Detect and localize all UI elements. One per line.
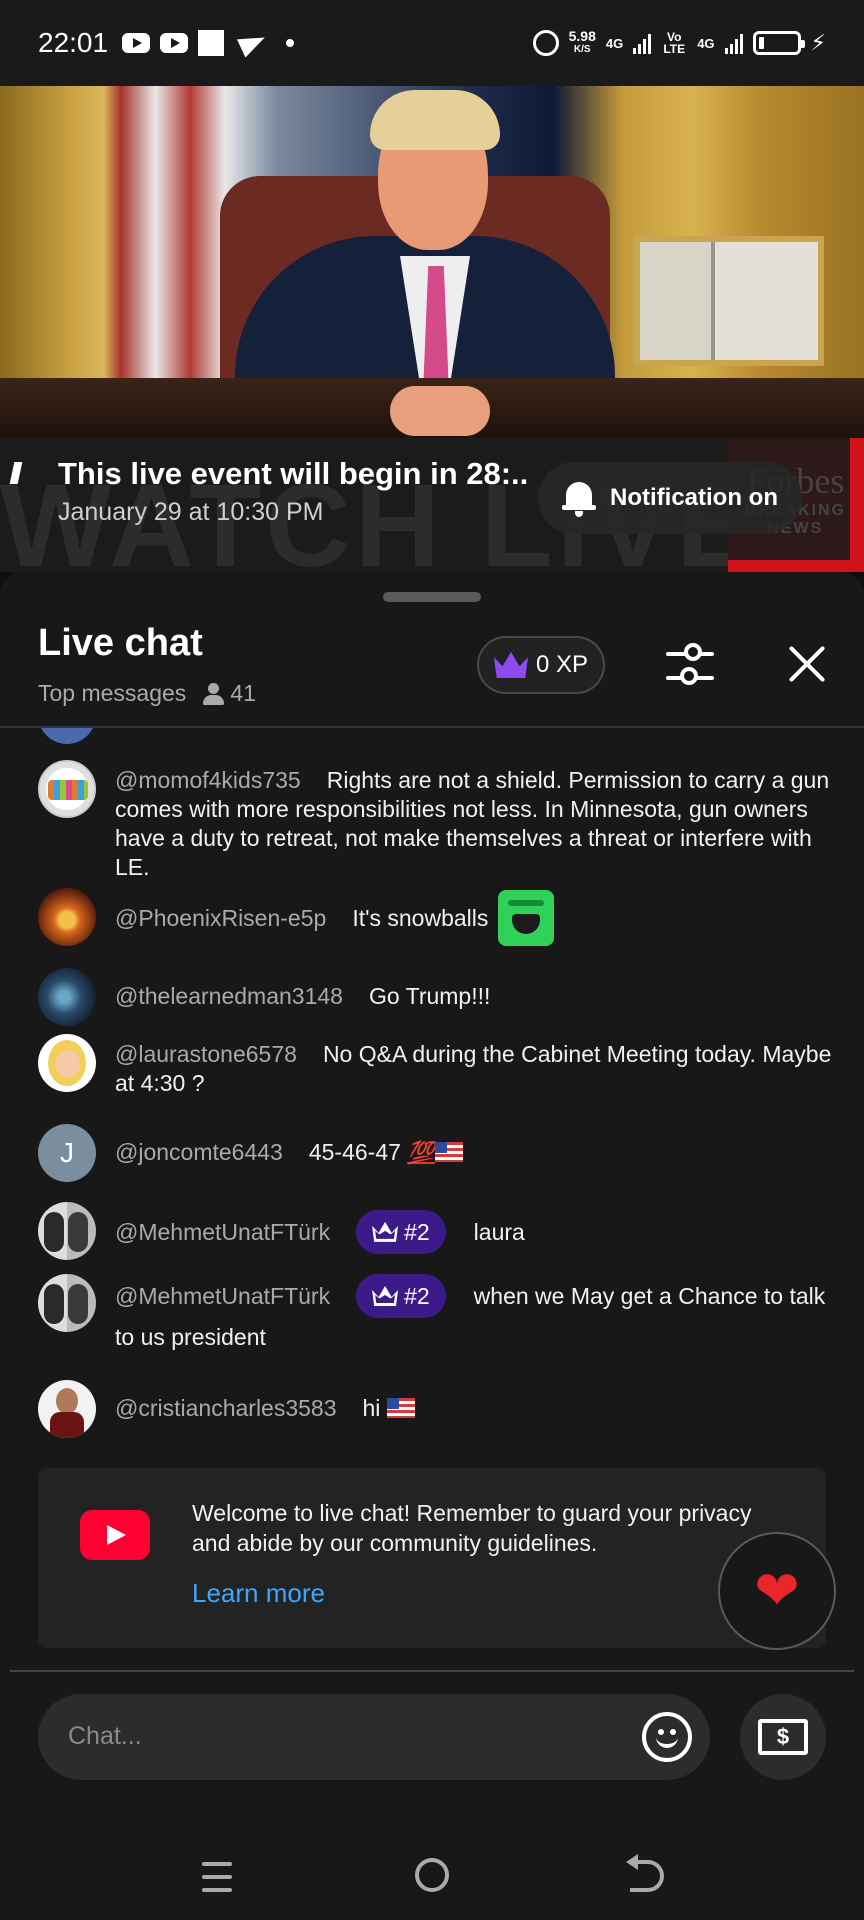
avatar bbox=[38, 1202, 96, 1260]
status-time: 22:01 bbox=[38, 27, 109, 58]
message-author[interactable]: @momof4kids735 bbox=[115, 767, 301, 793]
chat-mode-selector[interactable]: Top messages 41 bbox=[38, 680, 256, 707]
status-bar: 22:01 5.98 K/S 4G Vo LTE 4G ⚡ bbox=[0, 0, 864, 86]
chat-input-placeholder: Chat... bbox=[68, 1722, 142, 1750]
background-photo-frames bbox=[634, 236, 824, 366]
avatar bbox=[38, 888, 96, 946]
signal-icon-1 bbox=[633, 32, 652, 54]
battery-icon bbox=[752, 31, 805, 55]
message-author[interactable]: @thelearnedman3148 bbox=[115, 983, 343, 1009]
system-icons: 5.98 K/S 4G Vo LTE 4G ⚡ bbox=[532, 28, 826, 57]
message-author[interactable]: @PhoenixRisen-e5p bbox=[115, 905, 326, 931]
rank-badge[interactable]: #2 bbox=[356, 1274, 446, 1318]
live-event-date: January 29 at 10:30 PM bbox=[58, 498, 324, 526]
message-text: Go Trump!!! bbox=[368, 983, 491, 1009]
dollar-icon: $ bbox=[758, 1719, 808, 1755]
network-type-1: 4G bbox=[605, 35, 624, 51]
chat-message[interactable]: @PhoenixRisen-e5p It's snowballs bbox=[38, 888, 838, 948]
video-speaker-hands bbox=[390, 386, 490, 436]
live-chat-panel: Live chat Top messages 41 0 XP @momof4ki… bbox=[0, 572, 864, 1920]
chat-header: Live chat Top messages 41 0 XP bbox=[0, 622, 864, 726]
app-notification-icon bbox=[198, 30, 225, 56]
crown-icon bbox=[493, 652, 528, 678]
network-speed: 5.98 K/S bbox=[568, 28, 596, 55]
us-flag-icon bbox=[386, 1397, 415, 1418]
chat-input[interactable]: Chat... bbox=[38, 1694, 710, 1780]
welcome-card: Welcome to live chat! Remember to guard … bbox=[38, 1468, 826, 1648]
avatar bbox=[38, 1034, 96, 1092]
rank-badge[interactable]: #2 bbox=[356, 1209, 446, 1254]
viewer-count: 41 bbox=[202, 680, 256, 707]
avatar bbox=[38, 968, 96, 1026]
chat-message[interactable]: @MehmetUnatFTürk #2 when we May get a Chan… bbox=[38, 1274, 838, 1354]
laughing-emoji-icon bbox=[498, 889, 555, 946]
chat-messages: @momof4kids735 Rights are not a shield. P… bbox=[0, 728, 864, 1458]
youtube-logo-icon bbox=[80, 1510, 150, 1560]
notification-icons bbox=[122, 28, 295, 58]
crown-icon bbox=[372, 1222, 398, 1242]
system-nav-bar bbox=[0, 1842, 864, 1920]
chat-title: Live chat bbox=[38, 622, 203, 664]
volte-label: Vo LTE bbox=[663, 30, 686, 56]
video-player[interactable] bbox=[0, 86, 864, 438]
avatar: J bbox=[38, 1124, 96, 1182]
chat-message[interactable]: @laurastone6578 No Q&A during the Cabinet… bbox=[38, 1034, 838, 1104]
xp-button[interactable]: 0 XP bbox=[477, 636, 605, 694]
person-icon bbox=[202, 682, 225, 705]
notification-label: Notification on bbox=[610, 484, 778, 511]
alarm-icon bbox=[532, 30, 559, 56]
bell-icon bbox=[562, 479, 596, 517]
video-speaker-hair bbox=[370, 90, 500, 150]
notification-button[interactable]: Notification on bbox=[538, 462, 802, 534]
super-chat-button[interactable]: $ bbox=[740, 1694, 826, 1780]
message-text: laura bbox=[473, 1219, 525, 1245]
message-author[interactable]: @MehmetUnatFTürk bbox=[115, 1283, 330, 1309]
xp-label: 0 XP bbox=[535, 651, 589, 678]
chat-message[interactable]: @thelearnedman3148 Go Trump!!! bbox=[38, 968, 838, 1028]
chat-message[interactable]: @momof4kids735 Rights are not a shield. P… bbox=[38, 760, 838, 880]
avatar bbox=[38, 760, 96, 818]
drag-handle[interactable] bbox=[383, 592, 481, 602]
home-icon[interactable] bbox=[415, 1858, 449, 1892]
network-type-2: 4G bbox=[697, 35, 715, 51]
recent-apps-icon[interactable] bbox=[202, 1862, 232, 1892]
chat-message[interactable]: @cristiancharles3583 hi bbox=[38, 1380, 838, 1440]
welcome-text: Welcome to live chat! Remember to guard … bbox=[192, 1500, 752, 1556]
message-author[interactable]: @laurastone6578 bbox=[115, 1041, 297, 1067]
divider bbox=[10, 1670, 854, 1672]
hundred-emoji-icon: 💯 bbox=[407, 1140, 435, 1165]
telegram-notification-icon bbox=[237, 28, 270, 58]
crown-icon bbox=[372, 1286, 398, 1306]
avatar bbox=[38, 1380, 96, 1438]
close-icon[interactable] bbox=[785, 642, 829, 686]
live-event-title: This live event will begin in 28:... bbox=[58, 456, 528, 491]
chat-message[interactable]: @MehmetUnatFTürk #2 laura bbox=[38, 1202, 838, 1262]
signal-icon-2 bbox=[724, 32, 743, 54]
youtube-notification-icon bbox=[122, 33, 151, 53]
avatar bbox=[38, 728, 96, 744]
learn-more-link[interactable]: Learn more bbox=[192, 1578, 325, 1609]
us-flag-icon bbox=[434, 1141, 463, 1162]
message-text: It's snowballs bbox=[352, 905, 489, 931]
youtube-notification-icon-2 bbox=[160, 33, 189, 53]
filter-settings-icon[interactable] bbox=[664, 642, 716, 690]
message-author[interactable]: @joncomte6443 bbox=[115, 1139, 283, 1165]
live-event-banner: WATCH LIVE Forbes BREAKING NEWS This liv… bbox=[0, 438, 864, 572]
message-text: 45-46-47 bbox=[308, 1139, 401, 1165]
message-text: hi bbox=[362, 1395, 381, 1421]
reaction-heart-button[interactable]: ❤ bbox=[718, 1532, 836, 1650]
chat-message[interactable]: J @joncomte6443 45-46-47 💯 bbox=[38, 1124, 838, 1184]
chat-mode-label: Top messages bbox=[38, 680, 187, 706]
emoji-picker-icon[interactable] bbox=[642, 1712, 692, 1762]
heart-icon: ❤ bbox=[754, 1559, 800, 1622]
message-author[interactable]: @MehmetUnatFTürk bbox=[115, 1219, 330, 1245]
back-icon[interactable] bbox=[626, 1854, 664, 1892]
message-author[interactable]: @cristiancharles3583 bbox=[115, 1395, 337, 1421]
avatar bbox=[38, 1274, 96, 1332]
more-notifications-icon bbox=[286, 39, 295, 47]
viewer-count-value: 41 bbox=[230, 680, 256, 706]
charging-icon: ⚡ bbox=[810, 30, 826, 55]
